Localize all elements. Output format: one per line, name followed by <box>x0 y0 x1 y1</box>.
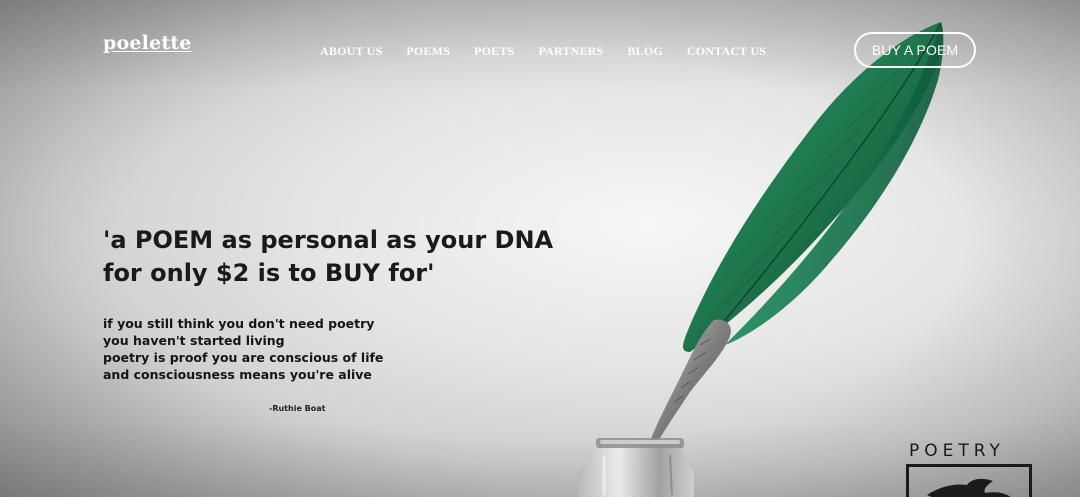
quill-nib <box>648 319 731 446</box>
nav-item-contact-us[interactable]: CONTACT US <box>687 44 766 59</box>
nav-item-about-us[interactable]: ABOUT US <box>320 44 382 59</box>
buy-a-poem-button[interactable]: BUY A POEM <box>854 32 976 68</box>
headline-line: 'a POEM as personal as your DNA <box>103 226 554 254</box>
main-nav: ABOUT US POEMS POETS PARTNERS BLOG CONTA… <box>320 44 766 59</box>
headline-line: for only $2 is to BUY for' <box>103 259 435 287</box>
site-logo[interactable]: poelette <box>103 32 192 54</box>
hero-poem: if you still think you don't need poetry… <box>103 315 383 383</box>
hero-headline: 'a POEM as personal as your DNA for only… <box>103 224 623 290</box>
nav-item-blog[interactable]: BLOG <box>627 44 662 59</box>
nav-item-poets[interactable]: POETS <box>474 44 514 59</box>
inkwell-icon <box>578 438 694 497</box>
nav-item-partners[interactable]: PARTNERS <box>538 44 603 59</box>
poem-line: you haven't started living <box>103 333 285 348</box>
poem-line: and consciousness means you're alive <box>103 367 372 382</box>
quill-feather-icon <box>683 22 944 352</box>
bird-icon <box>927 478 1011 497</box>
poetry-stamp-frame <box>906 464 1032 497</box>
poem-line: poetry is proof you are conscious of lif… <box>103 350 384 365</box>
nav-item-poems[interactable]: POEMS <box>406 44 450 59</box>
poem-author: -Ruthie Boat <box>269 404 326 413</box>
poem-line: if you still think you don't need poetry <box>103 316 375 331</box>
poetry-stamp-word: POETRY <box>909 441 1005 461</box>
